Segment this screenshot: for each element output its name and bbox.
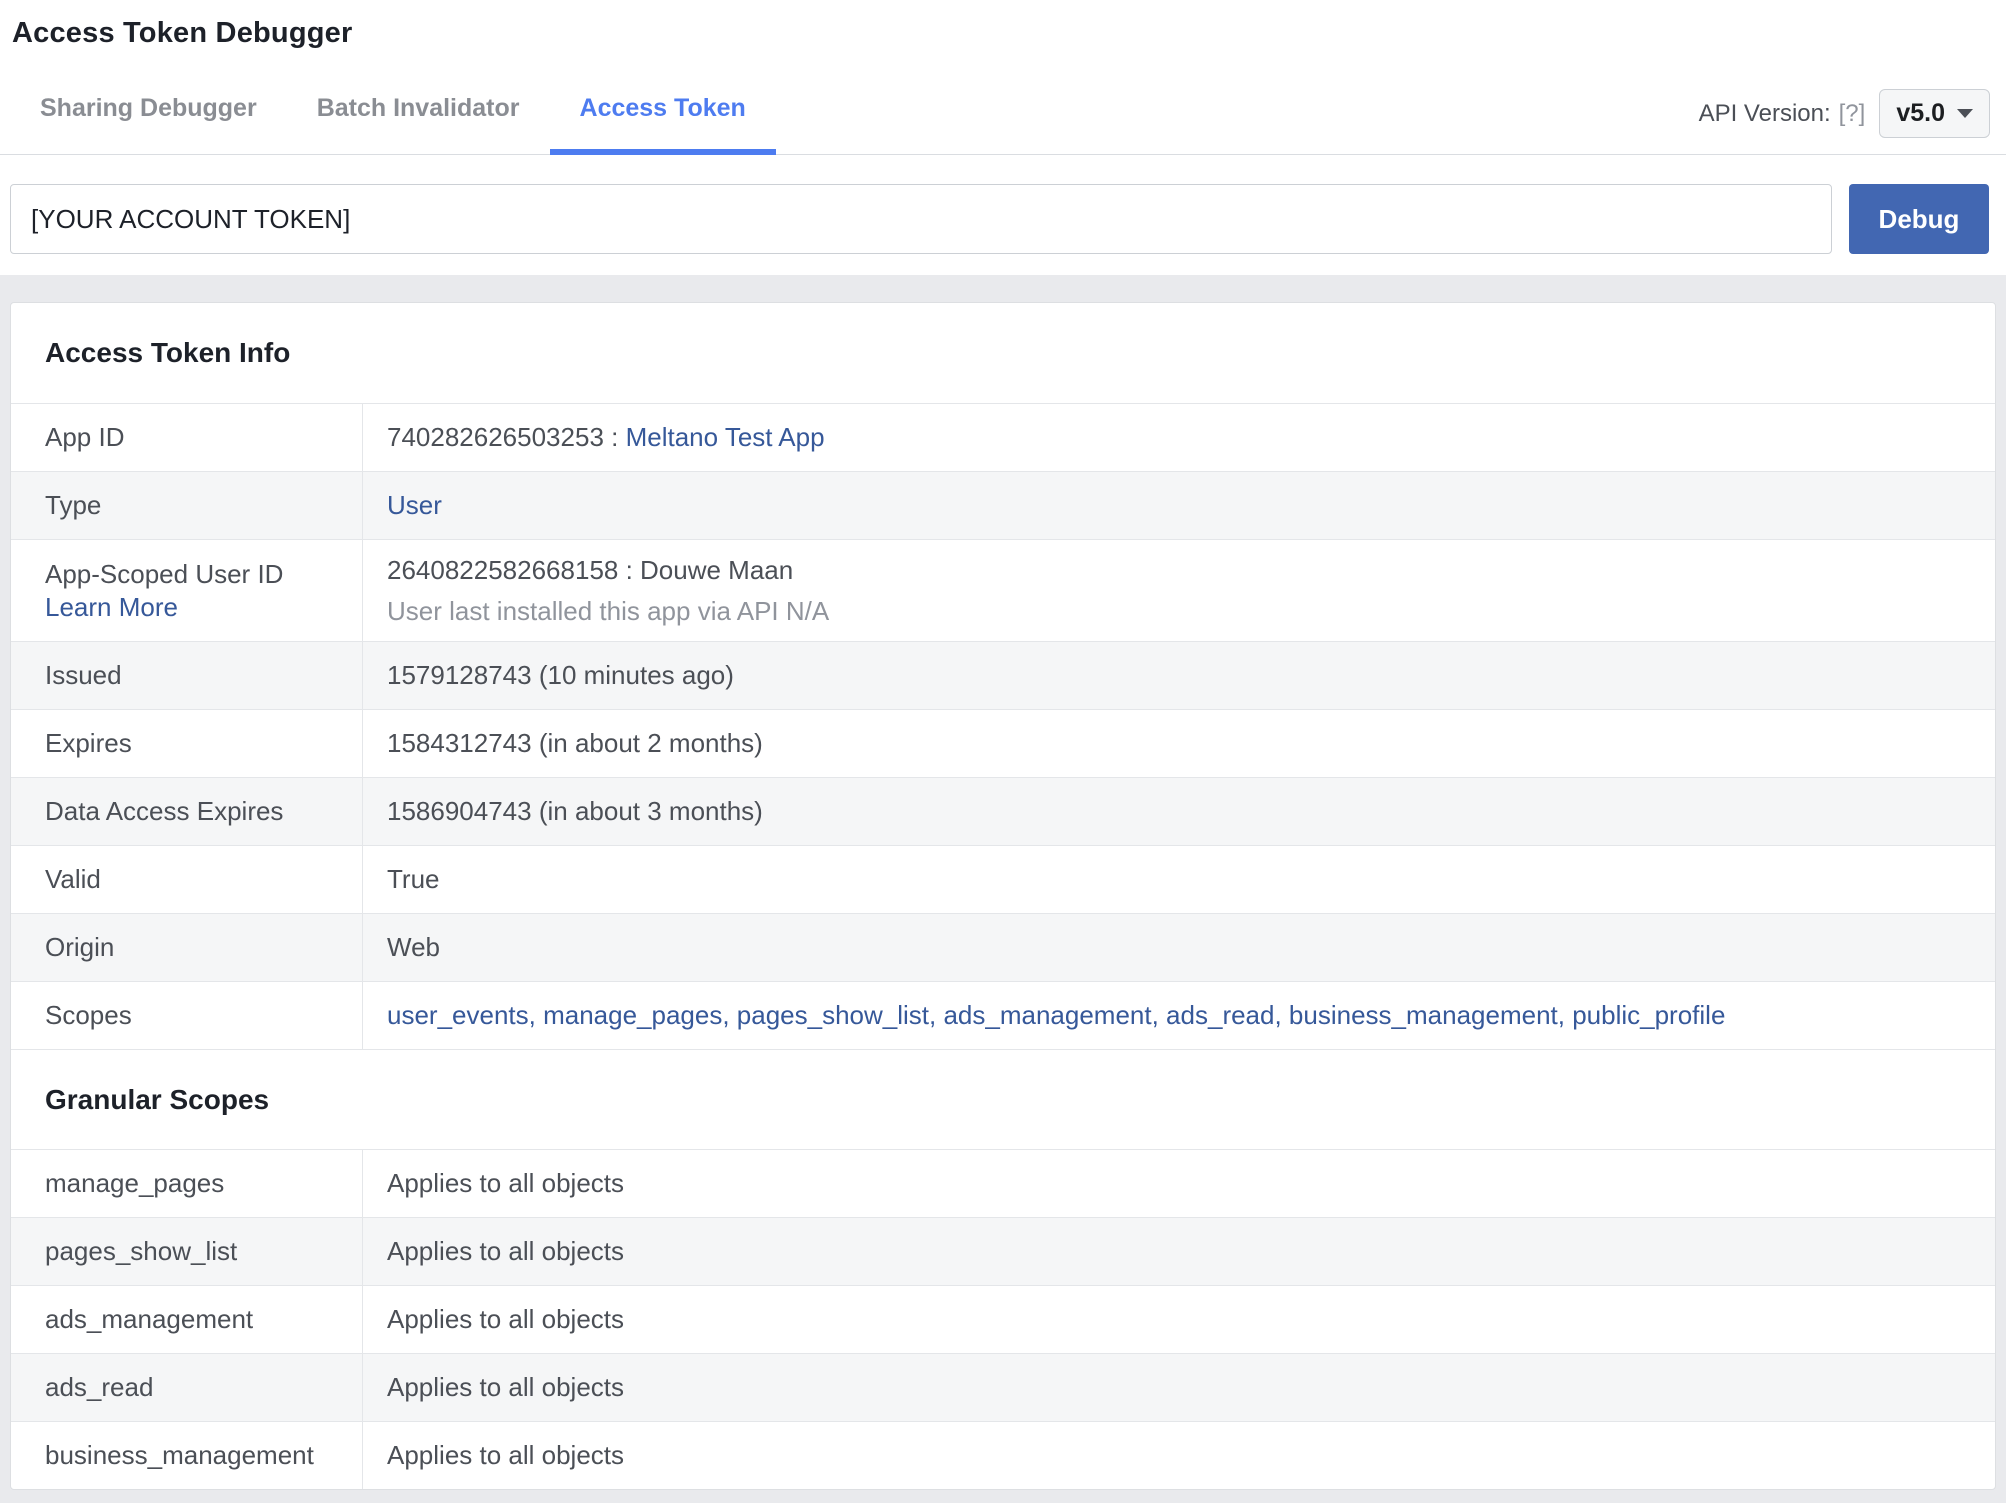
section-title-granular-scopes: Granular Scopes xyxy=(11,1049,1995,1149)
row-value: Applies to all objects xyxy=(387,1168,625,1198)
scopes-links[interactable]: user_events, manage_pages, pages_show_li… xyxy=(387,999,1965,1032)
row-value: 1584312743 (in about 2 months) xyxy=(387,728,763,758)
token-type-link[interactable]: User xyxy=(387,490,1965,521)
page-body: Access Token Info App ID 740282626503253… xyxy=(0,275,2006,1503)
table-row-manage-pages: manage_pages Applies to all objects xyxy=(11,1149,1995,1217)
user-install-note: User last installed this app via API N/A xyxy=(387,595,830,626)
table-row-app-id: App ID 740282626503253 : Meltano Test Ap… xyxy=(11,403,1995,471)
api-version-help-link[interactable]: [?] xyxy=(1839,100,1866,128)
table-row-scopes: Scopes user_events, manage_pages, pages_… xyxy=(11,981,1995,1049)
table-row-issued: Issued 1579128743 (10 minutes ago) xyxy=(11,641,1995,709)
row-label: App ID xyxy=(11,404,363,471)
row-value: Applies to all objects xyxy=(387,1304,625,1334)
api-version-label: API Version: xyxy=(1698,99,1831,127)
row-label: manage_pages xyxy=(11,1150,363,1217)
learn-more-link[interactable]: Learn More xyxy=(45,592,178,622)
page-header: Access Token Debugger Sharing Debugger B… xyxy=(0,0,2006,275)
row-value: 2640822582668158 : Douwe Maan User last … xyxy=(363,540,1995,641)
table-row-pages-show-list: pages_show_list Applies to all objects xyxy=(11,1217,1995,1285)
row-label: Origin xyxy=(11,914,363,981)
table-row-business-management: business_management Applies to all objec… xyxy=(11,1421,1995,1489)
row-label: Issued xyxy=(11,642,363,709)
row-value: Applies to all objects xyxy=(387,1440,625,1470)
row-label: pages_show_list xyxy=(11,1218,363,1285)
row-label: Scopes xyxy=(11,982,363,1049)
table-row-origin: Origin Web xyxy=(11,913,1995,981)
row-value: Applies to all objects xyxy=(387,1372,625,1402)
section-title-access-token-info: Access Token Info xyxy=(45,337,291,368)
row-label: ads_management xyxy=(11,1286,363,1353)
tab-batch-invalidator[interactable]: Batch Invalidator xyxy=(287,72,550,155)
debug-button[interactable]: Debug xyxy=(1849,184,1989,254)
chevron-down-icon xyxy=(1957,109,1973,118)
row-value: True xyxy=(387,864,440,894)
token-input[interactable] xyxy=(10,184,1832,254)
table-row-type: Type User xyxy=(11,471,1995,539)
row-label: Data Access Expires xyxy=(11,778,363,845)
row-label: Expires xyxy=(11,710,363,777)
table-row-data-access-expires: Data Access Expires 1586904743 (in about… xyxy=(11,777,1995,845)
row-label: Type xyxy=(11,472,363,539)
app-id-value: 740282626503253 : xyxy=(387,422,626,453)
tab-sharing-debugger[interactable]: Sharing Debugger xyxy=(10,72,287,155)
user-id-value: 2640822582668158 : Douwe Maan xyxy=(387,555,794,585)
table-row-expires: Expires 1584312743 (in about 2 months) xyxy=(11,709,1995,777)
row-value: Web xyxy=(387,932,440,962)
tab-bar: Sharing Debugger Batch Invalidator Acces… xyxy=(0,72,2006,155)
app-name-link[interactable]: Meltano Test App xyxy=(626,422,825,452)
api-version-value: v5.0 xyxy=(1896,99,1945,127)
row-label: Valid xyxy=(11,846,363,913)
row-label: App-Scoped User ID Learn More xyxy=(11,540,363,641)
row-value: 740282626503253 : Meltano Test App xyxy=(363,404,1995,471)
tab-access-token[interactable]: Access Token xyxy=(549,72,776,155)
table-row-ads-management: ads_management Applies to all objects xyxy=(11,1285,1995,1353)
table-row-valid: Valid True xyxy=(11,845,1995,913)
table-row-ads-read: ads_read Applies to all objects xyxy=(11,1353,1995,1421)
row-label: ads_read xyxy=(11,1354,363,1421)
row-value: Applies to all objects xyxy=(387,1236,625,1266)
row-value: User xyxy=(363,472,1995,539)
token-form: Debug xyxy=(0,155,2006,254)
row-label-text: App-Scoped User ID xyxy=(45,559,284,589)
row-value: user_events, manage_pages, pages_show_li… xyxy=(363,982,1995,1049)
row-label: business_management xyxy=(11,1422,363,1489)
api-version-control: API Version: [?] v5.0 xyxy=(1699,89,1990,138)
table-row-app-scoped-user-id: App-Scoped User ID Learn More 2640822582… xyxy=(11,539,1995,641)
page-title: Access Token Debugger xyxy=(12,17,353,49)
row-value: 1586904743 (in about 3 months) xyxy=(387,796,763,826)
api-version-dropdown[interactable]: v5.0 xyxy=(1879,89,1990,138)
token-info-panel: Access Token Info App ID 740282626503253… xyxy=(10,302,1996,1490)
row-value: 1579128743 (10 minutes ago) xyxy=(387,660,734,690)
